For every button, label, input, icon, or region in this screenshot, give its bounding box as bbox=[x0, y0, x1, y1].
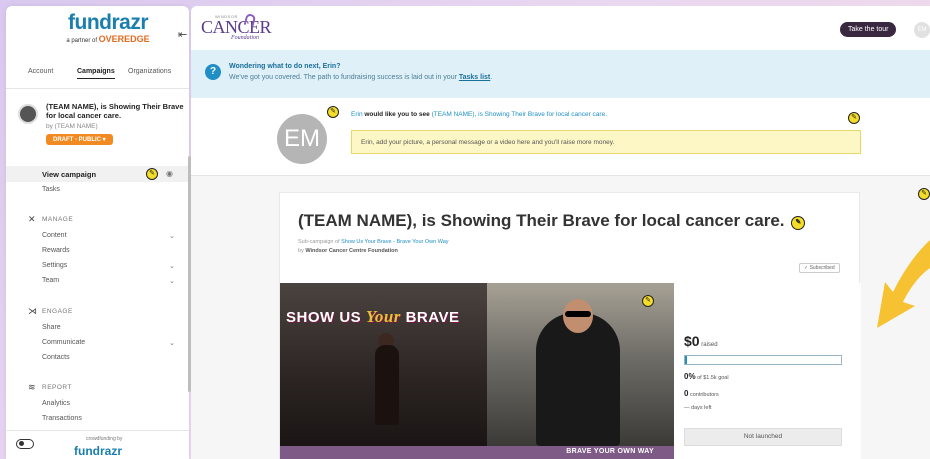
sidebar-footer: crowdfunding by fundrazr bbox=[6, 430, 189, 459]
personal-message-area: EM ✎ Erin would like you to see (TEAM NA… bbox=[191, 98, 930, 176]
sidebar-item-content[interactable]: Content bbox=[42, 232, 67, 239]
owner-avatar: EM bbox=[277, 114, 327, 164]
progress-fill bbox=[685, 356, 687, 364]
tasks-banner: ? Wondering what to do next, Erin? We've… bbox=[191, 50, 930, 98]
logo-word: fundrazr bbox=[68, 11, 149, 34]
campaign-card: (TEAM NAME), is Showing Their Brave for … bbox=[279, 192, 861, 459]
sidebar-item-tasks[interactable]: Tasks bbox=[42, 186, 60, 193]
campaign-stats: $0 raised 0% of $1.5k goal 0 contributor… bbox=[674, 283, 861, 459]
sidebar-item-share[interactable]: Share bbox=[42, 324, 61, 331]
edit-pencil-icon[interactable]: ✎ bbox=[791, 216, 806, 230]
edit-pencil-icon[interactable]: ✎ bbox=[918, 188, 930, 200]
tools-icon: ✕ bbox=[28, 214, 37, 224]
sidebar-item-transactions[interactable]: Transactions bbox=[42, 415, 82, 422]
footer-logo: fundrazr bbox=[74, 444, 122, 458]
media-caption-strip: BRAVE YOUR OWN WAY bbox=[280, 446, 674, 459]
chevron-down-icon[interactable]: ⌄ bbox=[169, 232, 175, 240]
contributors-count: 0 contributors bbox=[684, 389, 719, 398]
logo-subtitle: a partner of OVEREDGE bbox=[66, 34, 150, 44]
tasks-list-link[interactable]: Tasks list bbox=[459, 74, 490, 81]
sunglasses bbox=[565, 311, 591, 317]
campaign-owner: by (TEAM NAME) bbox=[46, 123, 98, 130]
collapse-sidebar-icon[interactable]: ⇤ bbox=[178, 28, 187, 41]
theme-toggle[interactable] bbox=[16, 439, 34, 449]
parent-campaign-link[interactable]: Show Us Your Brave - Brave Your Own Way bbox=[341, 239, 448, 245]
progress-bar bbox=[684, 355, 842, 365]
add-message-prompt[interactable]: Erin, add your picture, a personal messa… bbox=[351, 130, 861, 154]
curved-arrow-icon bbox=[877, 240, 930, 328]
share-nodes-icon: ⋊ bbox=[28, 306, 38, 316]
edit-pencil-icon[interactable]: ✎ bbox=[848, 112, 860, 124]
chevron-down-icon[interactable]: ⌄ bbox=[169, 277, 175, 285]
main-content: WINDSOR CANCER Foundation Take the tour … bbox=[191, 6, 930, 459]
section-manage: ✕ MANAGE bbox=[28, 214, 74, 224]
chevron-down-icon[interactable]: ⌄ bbox=[169, 339, 175, 347]
view-campaign-label: View campaign bbox=[42, 170, 97, 179]
sidebar: fundrazr a partner of OVEREDGE ⇤ Account… bbox=[6, 6, 189, 459]
sub-campaign-line: Sub-campaign of Show Us Your Brave - Bra… bbox=[298, 239, 449, 245]
sidebar-item-communicate[interactable]: Communicate bbox=[42, 339, 85, 346]
chevron-down-icon[interactable]: ⌄ bbox=[169, 262, 175, 270]
message-line: Erin would like you to see (TEAM NAME), … bbox=[351, 111, 607, 118]
draft-status-badge[interactable]: DRAFT - PUBLIC ▾ bbox=[46, 134, 113, 145]
cancer-foundation-logo[interactable]: WINDSOR CANCER Foundation bbox=[201, 12, 281, 44]
campaign-link[interactable]: (TEAM NAME), is Showing Their Brave for … bbox=[432, 111, 607, 118]
report-chart-icon: ≋ bbox=[28, 382, 37, 392]
help-question-icon: ? bbox=[205, 64, 221, 80]
campaign-media[interactable]: SHOW US Your BRAVE ✎ BRAVE YOUR OWN WAY bbox=[280, 283, 674, 459]
footer-caption: crowdfunding by bbox=[86, 436, 123, 442]
sidebar-item-view-campaign[interactable]: View campaign ✎ ◉ bbox=[6, 166, 189, 182]
sidebar-item-analytics[interactable]: Analytics bbox=[42, 400, 70, 407]
user-avatar[interactable]: EM bbox=[914, 22, 930, 38]
athlete-figure bbox=[375, 345, 399, 425]
banner-text: We've got you covered. The path to fundr… bbox=[229, 74, 493, 81]
banner-heading: Wondering what to do next, Erin? bbox=[229, 63, 341, 70]
section-engage: ⋊ ENGAGE bbox=[28, 306, 73, 316]
logo-foundation-text: Foundation bbox=[231, 35, 259, 41]
organizer-link[interactable]: Windsor Cancer Centre Foundation bbox=[305, 248, 398, 254]
eye-icon[interactable]: ◉ bbox=[166, 169, 173, 178]
campaign-heading: (TEAM NAME), is Showing Their Brave for … bbox=[298, 211, 806, 232]
days-left: — days left bbox=[684, 405, 712, 411]
top-bar: WINDSOR CANCER Foundation Take the tour … bbox=[191, 6, 930, 50]
campaign-organizer: by Windsor Cancer Centre Foundation bbox=[298, 248, 398, 254]
tab-campaigns[interactable]: Campaigns bbox=[77, 68, 115, 79]
edit-pencil-icon[interactable]: ✎ bbox=[146, 168, 158, 180]
divider bbox=[6, 88, 189, 89]
take-tour-button[interactable]: Take the tour bbox=[840, 22, 897, 37]
fundrazr-logo[interactable]: fundrazr a partner of OVEREDGE bbox=[58, 12, 158, 48]
section-report: ≋ REPORT bbox=[28, 382, 72, 392]
sidebar-item-rewards[interactable]: Rewards bbox=[42, 247, 70, 254]
sidebar-tabs: Account Campaigns Organizations bbox=[6, 66, 189, 80]
sidebar-item-team[interactable]: Team bbox=[42, 277, 59, 284]
campaign-title: (TEAM NAME), is Showing Their Brave for … bbox=[46, 102, 184, 120]
tab-organizations[interactable]: Organizations bbox=[128, 68, 171, 75]
tab-account[interactable]: Account bbox=[28, 68, 53, 75]
not-launched-button[interactable]: Not launched bbox=[684, 428, 842, 446]
sidebar-item-settings[interactable]: Settings bbox=[42, 262, 67, 269]
sidebar-item-contacts[interactable]: Contacts bbox=[42, 354, 70, 361]
campaign-avatar bbox=[18, 104, 38, 124]
goal-percent: 0% of $1.5k goal bbox=[684, 372, 729, 381]
raised-amount: $0 raised bbox=[684, 333, 718, 349]
subscribed-button[interactable]: ✓ Subscribed bbox=[799, 263, 840, 273]
app-root: fundrazr a partner of OVEREDGE ⇤ Account… bbox=[0, 0, 930, 459]
edit-pencil-icon[interactable]: ✎ bbox=[327, 106, 339, 118]
show-us-your-brave-graphic: SHOW US Your BRAVE bbox=[286, 307, 460, 326]
edit-pencil-icon[interactable]: ✎ bbox=[642, 295, 654, 307]
